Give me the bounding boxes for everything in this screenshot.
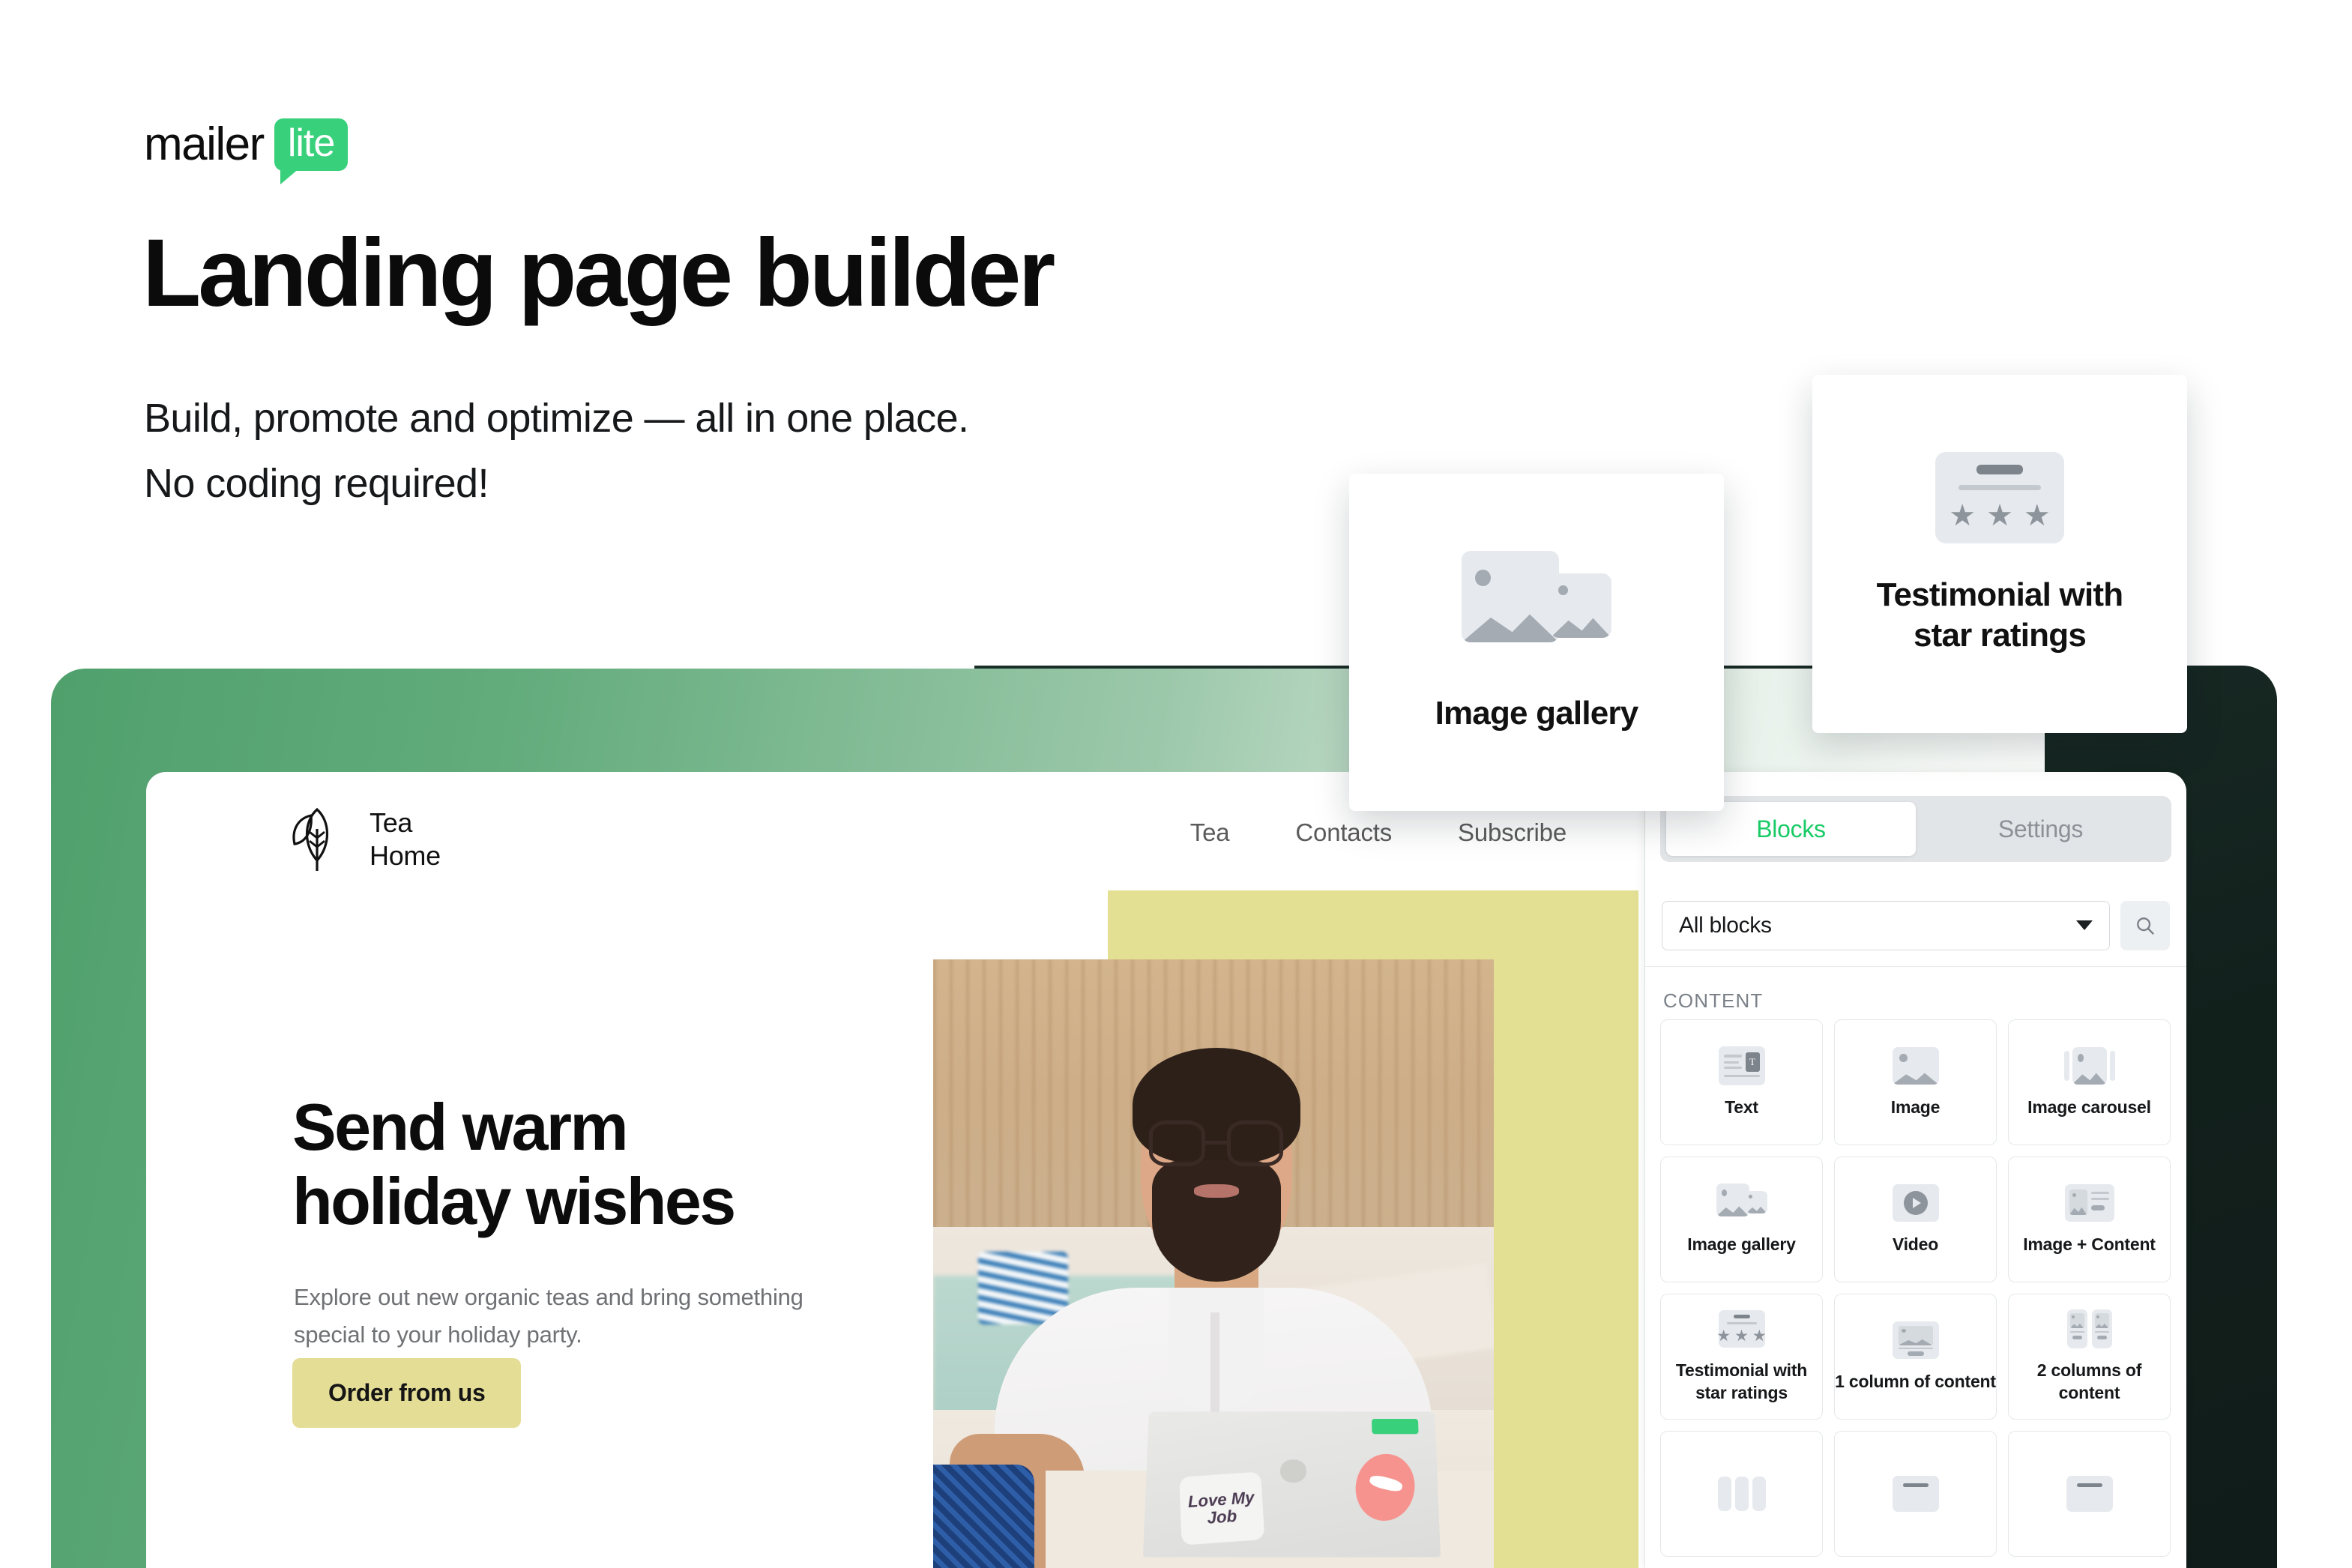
- floating-card-testimonial[interactable]: ★ ★ ★ Testimonial with star ratings: [1812, 375, 2187, 733]
- block-filter-value: All blocks: [1679, 912, 1772, 938]
- block-video[interactable]: Video: [1834, 1157, 1997, 1282]
- block-one-column[interactable]: 1 column of content: [1834, 1294, 1997, 1420]
- photo-person-shorts: [933, 1464, 1034, 1568]
- logo-badge-lite: lite: [274, 118, 349, 184]
- block-label: Text: [1725, 1097, 1758, 1118]
- floating-card-image-gallery[interactable]: Image gallery: [1349, 474, 1724, 811]
- preview-hero-body: Explore out new organic teas and bring s…: [294, 1284, 803, 1348]
- laptop-love-my-job-sticker: Love My Job: [1179, 1471, 1265, 1545]
- hero-title-line-2: holiday wishes: [292, 1163, 736, 1238]
- logo-text-line-1: Tea: [370, 807, 413, 839]
- photo-person-smile: [1193, 1184, 1239, 1198]
- mailerlite-logo: mailer lite: [144, 118, 349, 184]
- image-content-icon: [2064, 1183, 2115, 1223]
- block-label: Image gallery: [1687, 1234, 1796, 1255]
- editor-tabs: Blocks Settings: [1660, 796, 2171, 862]
- subtitle-line-2: No coding required!: [144, 461, 489, 507]
- nav-link-subscribe[interactable]: Subscribe: [1458, 818, 1567, 847]
- block-label: Video: [1892, 1234, 1939, 1255]
- button-icon: [2064, 1474, 2115, 1514]
- photo-laptop: Love My Job: [1143, 1411, 1441, 1558]
- testimonial-star-icon: ★ ★ ★: [1716, 1309, 1767, 1349]
- preview-nav-links: Tea Contacts Subscribe: [1190, 818, 1567, 847]
- laptop-lips-sticker: [1349, 1447, 1421, 1528]
- floating-card-label-line-2: star ratings: [1913, 617, 2087, 654]
- one-column-icon: [1890, 1320, 1941, 1360]
- logo-word-mailer: mailer: [144, 118, 265, 170]
- editor-panel: Blocks Settings All blocks CONTENT T Tex…: [1645, 772, 2186, 1568]
- photo-person-beard: [1151, 1160, 1281, 1282]
- chevron-down-icon: [2076, 920, 2093, 930]
- laptop-logo: [1280, 1459, 1307, 1483]
- block-row4-col1[interactable]: [1660, 1431, 1823, 1557]
- hero-photo: Love My Job: [933, 959, 1494, 1568]
- preview-hero-title: Send warm holiday wishes: [292, 1090, 736, 1238]
- block-label: Testimonial with star ratings: [1675, 1360, 1808, 1402]
- block-testimonial[interactable]: ★ ★ ★ Testimonial with star ratings: [1660, 1294, 1823, 1420]
- block-label: 1 column of content: [1835, 1372, 1996, 1392]
- blocks-grid: T Text Image Image carousel Image galler…: [1660, 1019, 2171, 1557]
- glasses-lens-right: [1227, 1121, 1284, 1167]
- image-gallery-icon: [1716, 1183, 1767, 1223]
- hero-title-line-1: Send warm: [292, 1090, 629, 1164]
- heading-icon: [1890, 1474, 1941, 1514]
- leaf-icon: [292, 807, 329, 871]
- tea-home-logo-text: Tea Home: [370, 806, 441, 872]
- photo-person-glasses: [1148, 1121, 1284, 1167]
- search-icon: [2137, 917, 2154, 935]
- logo-text-line-2: Home: [370, 840, 441, 871]
- block-filter-select[interactable]: All blocks: [1662, 900, 2110, 950]
- text-icon: T: [1716, 1046, 1767, 1086]
- block-label: Image: [1890, 1097, 1941, 1118]
- floating-card-label: Image gallery: [1435, 695, 1639, 732]
- search-button[interactable]: [2120, 900, 2170, 950]
- testimonial-star-icon: ★ ★ ★: [1935, 452, 2064, 544]
- three-columns-icon: [1716, 1474, 1767, 1514]
- editor-toolbar: All blocks: [1645, 884, 2186, 967]
- floating-card-label: Testimonial with star ratings: [1877, 575, 2123, 655]
- glasses-lens-left: [1148, 1121, 1206, 1167]
- block-row4-col3[interactable]: [2008, 1431, 2171, 1557]
- subtitle-line-1: Build, promote and optimize — all in one…: [144, 396, 969, 441]
- tab-settings[interactable]: Settings: [1916, 802, 2165, 856]
- block-two-columns[interactable]: 2 columns of content: [2008, 1294, 2171, 1420]
- block-label: Image + Content: [2023, 1234, 2156, 1255]
- block-image[interactable]: Image: [1834, 1019, 1997, 1145]
- video-icon: [1890, 1183, 1941, 1223]
- block-label: Image carousel: [2027, 1097, 2151, 1118]
- block-image-carousel[interactable]: Image carousel: [2008, 1019, 2171, 1145]
- laptop-mailerlite-sticker: [1372, 1418, 1419, 1435]
- block-image-gallery[interactable]: Image gallery: [1660, 1157, 1823, 1282]
- tea-home-logo[interactable]: Tea Home: [287, 805, 441, 874]
- image-icon: [1890, 1046, 1941, 1086]
- order-from-us-button[interactable]: Order from us: [292, 1358, 522, 1428]
- two-columns-icon: [2064, 1309, 2115, 1349]
- block-label: 2 columns of content: [2036, 1360, 2142, 1402]
- block-text[interactable]: T Text: [1660, 1019, 1823, 1145]
- content-section-title: CONTENT: [1663, 989, 1764, 1012]
- logo-badge-label: lite: [287, 121, 335, 165]
- block-image-content[interactable]: Image + Content: [2008, 1157, 2171, 1282]
- image-carousel-icon: [2063, 1046, 2115, 1086]
- nav-link-tea[interactable]: Tea: [1190, 818, 1230, 847]
- glasses-bridge: [1205, 1140, 1228, 1145]
- page-root: mailer lite Landing page builder Build, …: [0, 0, 2352, 1568]
- block-row4-col2[interactable]: [1834, 1431, 1997, 1557]
- floating-card-label-line-1: Testimonial with: [1876, 576, 2123, 614]
- nav-link-contacts[interactable]: Contacts: [1295, 818, 1392, 847]
- page-subtitle: Build, promote and optimize — all in one…: [144, 386, 969, 517]
- image-gallery-icon: [1462, 551, 1611, 662]
- page-title: Landing page builder: [142, 220, 1055, 327]
